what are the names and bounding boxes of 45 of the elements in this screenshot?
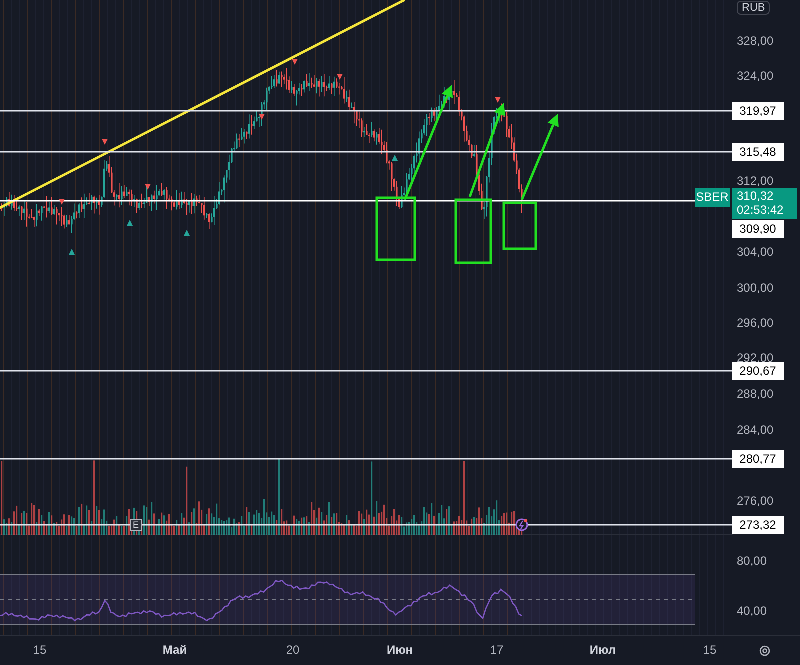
price-tick: 284,00 [737, 423, 774, 437]
countdown-timer: 02:53:42 [737, 203, 785, 217]
sell-signal-icon [292, 59, 298, 65]
rsi-tick: 40,00 [737, 604, 768, 618]
price-tick: 312,00 [737, 174, 774, 188]
price-tick: 300,00 [737, 281, 774, 295]
settings-icon[interactable] [759, 645, 771, 657]
time-tick: Июн [386, 643, 414, 657]
sell-signal-icon [145, 184, 151, 190]
current-price: 310,32 [737, 189, 775, 203]
price-tick: 288,00 [737, 387, 774, 401]
symbol-tag: SBER [695, 188, 730, 207]
time-tick: 20 [286, 643, 300, 657]
lightning-event-icon[interactable] [516, 518, 528, 532]
level-price-label: 319,97 [732, 102, 784, 120]
price-label: 309,90 [732, 220, 784, 238]
buy-signal-icon [392, 155, 398, 161]
price-tick: 304,00 [737, 245, 774, 259]
price-tick: 296,00 [737, 316, 774, 330]
highlight-box [376, 196, 416, 262]
level-price-label: 290,67 [732, 362, 784, 380]
price-tick: 324,00 [737, 69, 774, 83]
price-tick: 328,00 [737, 34, 774, 48]
time-tick: 15 [703, 643, 717, 657]
rsi-tick: 80,00 [737, 554, 768, 568]
sell-signal-icon [259, 114, 265, 120]
time-tick: Июл [590, 643, 616, 657]
level-price-label: 273,32 [732, 516, 784, 534]
time-tick: 17 [490, 643, 504, 657]
time-tick: Май [162, 643, 188, 657]
sell-signal-icon [102, 139, 108, 145]
highlight-box [454, 198, 492, 264]
price-tick: 276,00 [737, 494, 774, 508]
buy-signal-icon [184, 230, 190, 236]
buy-signal-icon [127, 220, 133, 226]
currency-label[interactable]: RUB [737, 1, 770, 15]
event-marker[interactable]: E [130, 519, 142, 531]
highlight-box [502, 202, 538, 250]
sell-signal-icon [59, 199, 65, 205]
level-price-label: 280,77 [732, 450, 784, 468]
buy-signal-icon [69, 249, 75, 255]
time-tick: 15 [33, 643, 47, 657]
level-price-label: 315,48 [732, 143, 784, 161]
sell-signal-icon [337, 74, 343, 80]
price-tick: 292,00 [737, 351, 774, 365]
